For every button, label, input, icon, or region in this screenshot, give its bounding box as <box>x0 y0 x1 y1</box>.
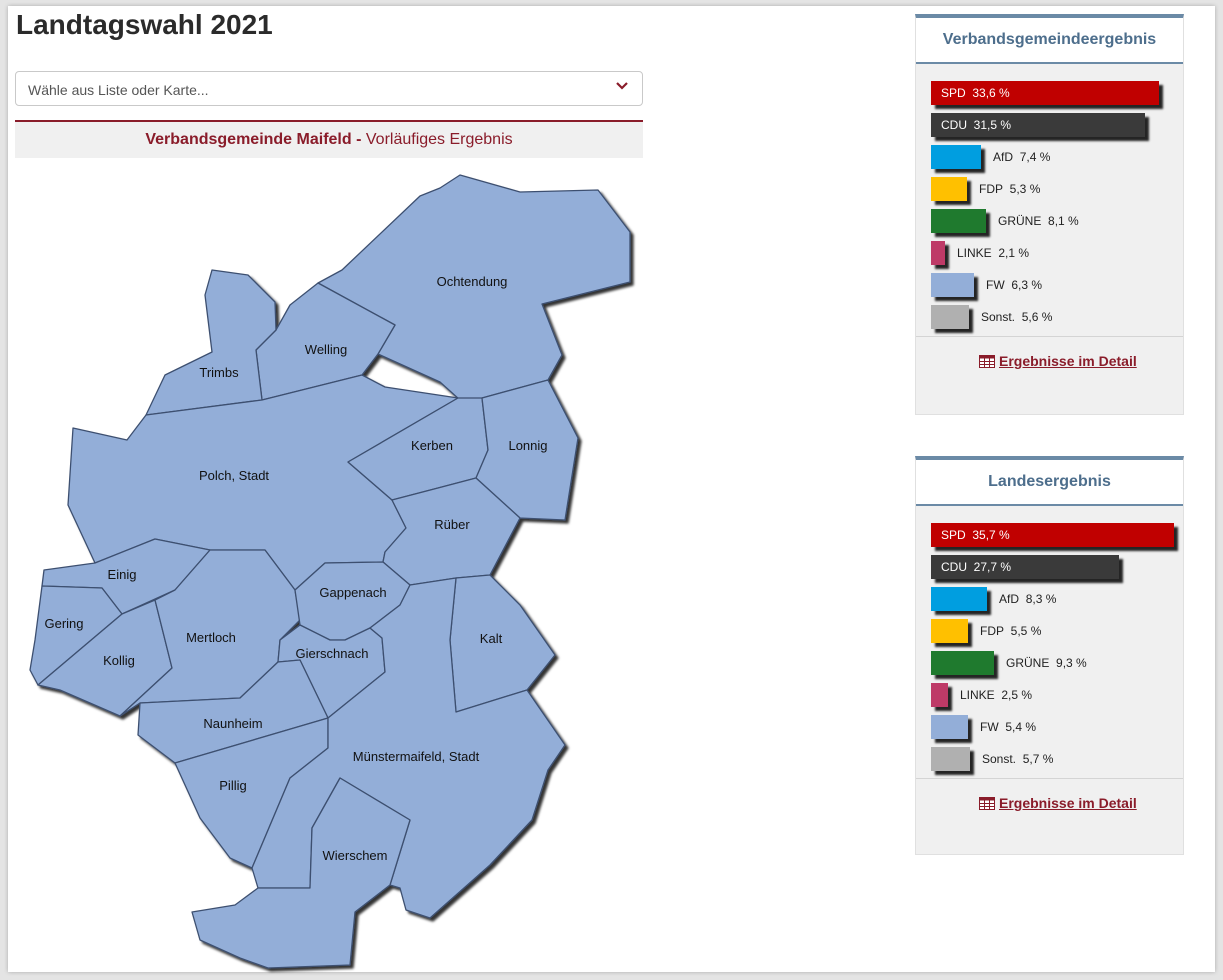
party-name: Sonst. <box>981 310 1016 324</box>
page-title: Landtagswahl 2021 <box>16 9 273 40</box>
party-name: AfD <box>999 592 1020 606</box>
party-name: LINKE <box>957 246 992 260</box>
land-bar-fdp <box>931 619 968 643</box>
vg-bar-label-cdu: CDU 31,5 % <box>941 118 1011 132</box>
land-bar-label-spd: SPD 35,7 % <box>941 528 1010 542</box>
table-icon <box>979 797 995 810</box>
vg-bar-label-gruene: GRÜNE 8,1 % <box>998 214 1079 228</box>
vg-bar-label-fw: FW 6,3 % <box>986 278 1042 292</box>
vg-result-bars: SPD 33,6 % CDU 31,5 % AfD 7,4 % FDP 5,3 % GR… <box>916 64 1183 336</box>
region-select[interactable]: Wähle aus Liste oder Karte... <box>15 71 643 106</box>
table-icon <box>979 355 995 368</box>
vg-bar-fw <box>931 273 974 297</box>
land-bar-label-cdu: CDU 27,7 % <box>941 560 1011 574</box>
party-name: CDU <box>941 118 967 132</box>
party-name: CDU <box>941 560 967 574</box>
land-result-bars: SPD 35,7 % CDU 27,7 % AfD 8,3 % FDP 5,5 % GR… <box>916 506 1183 778</box>
party-percentage: 27,7 % <box>973 560 1012 574</box>
select-placeholder: Wähle aus Liste oder Karte... <box>28 82 209 98</box>
land-bar-label-linke: LINKE 2,5 % <box>960 688 1032 702</box>
vg-bar-label-afd: AfD 7,4 % <box>993 150 1050 164</box>
party-name: SPD <box>941 86 966 100</box>
party-percentage: 8,3 % <box>1025 592 1057 606</box>
land-bar-label-fw: FW 5,4 % <box>980 720 1036 734</box>
land-bar-label-afd: AfD 8,3 % <box>999 592 1056 606</box>
party-name: SPD <box>941 528 966 542</box>
party-name: FW <box>986 278 1005 292</box>
party-name: GRÜNE <box>1006 656 1050 670</box>
vg-panel-title: Verbandsgemeindeergebnis <box>916 18 1183 64</box>
party-percentage: 5,6 % <box>1021 310 1053 324</box>
party-name: Sonst. <box>982 752 1017 766</box>
vg-bar-sonst <box>931 305 969 329</box>
land-bar-label-gruene: GRÜNE 9,3 % <box>1006 656 1087 670</box>
land-details-label: Ergebnisse im Detail <box>999 795 1137 811</box>
vg-details-link[interactable]: Ergebnisse im Detail <box>979 353 1137 369</box>
land-bar-sonst <box>931 747 970 771</box>
land-panel-title: Landesergebnis <box>916 460 1183 506</box>
party-percentage: 35,7 % <box>972 528 1010 542</box>
party-percentage: 33,6 % <box>972 86 1010 100</box>
chevron-down-icon <box>616 82 628 90</box>
party-percentage: 31,5 % <box>973 118 1012 132</box>
party-percentage: 8,1 % <box>1048 214 1079 228</box>
vg-bar-label-spd: SPD 33,6 % <box>941 86 1010 100</box>
land-bar-linke <box>931 683 948 707</box>
party-percentage: 5,5 % <box>1010 624 1042 638</box>
land-bar-label-fdp: FDP 5,5 % <box>980 624 1041 638</box>
party-percentage: 5,3 % <box>1009 182 1041 196</box>
land-result-panel: Landesergebnis SPD 35,7 % CDU 27,7 % AfD 8… <box>915 456 1184 855</box>
party-name: FDP <box>980 624 1004 638</box>
party-percentage: 7,4 % <box>1019 150 1051 164</box>
vg-details-label: Ergebnisse im Detail <box>999 353 1137 369</box>
land-bar-gruene <box>931 651 994 675</box>
land-bar-label-sonst: Sonst. 5,7 % <box>982 752 1053 766</box>
party-name: FDP <box>979 182 1003 196</box>
vg-result-panel: Verbandsgemeindeergebnis SPD 33,6 % CDU 3… <box>915 14 1184 415</box>
vg-bar-gruene <box>931 209 986 233</box>
party-percentage: 2,1 % <box>998 246 1030 260</box>
party-name: GRÜNE <box>998 214 1042 228</box>
vg-bar-linke <box>931 241 945 265</box>
party-percentage: 5,4 % <box>1005 720 1037 734</box>
party-name: AfD <box>993 150 1014 164</box>
vg-bar-afd <box>931 145 981 169</box>
vg-bar-label-sonst: Sonst. 5,6 % <box>981 310 1052 324</box>
land-bar-fw <box>931 715 968 739</box>
result-status-link[interactable]: Vorläufiges Ergebnis <box>366 131 513 148</box>
party-percentage: 9,3 % <box>1056 656 1087 670</box>
vg-name-link[interactable]: Verbandsgemeinde Maifeld - <box>145 131 361 148</box>
party-name: LINKE <box>960 688 995 702</box>
party-percentage: 5,7 % <box>1022 752 1054 766</box>
land-bar-afd <box>931 587 987 611</box>
vg-result-header: Verbandsgemeinde Maifeld - Vorläufiges E… <box>15 120 643 158</box>
party-percentage: 6,3 % <box>1011 278 1043 292</box>
land-details-link[interactable]: Ergebnisse im Detail <box>979 795 1137 811</box>
party-name: FW <box>980 720 999 734</box>
vg-bar-label-fdp: FDP 5,3 % <box>979 182 1040 196</box>
party-percentage: 2,5 % <box>1001 688 1033 702</box>
vg-bar-label-linke: LINKE 2,1 % <box>957 246 1029 260</box>
vg-bar-fdp <box>931 177 967 201</box>
